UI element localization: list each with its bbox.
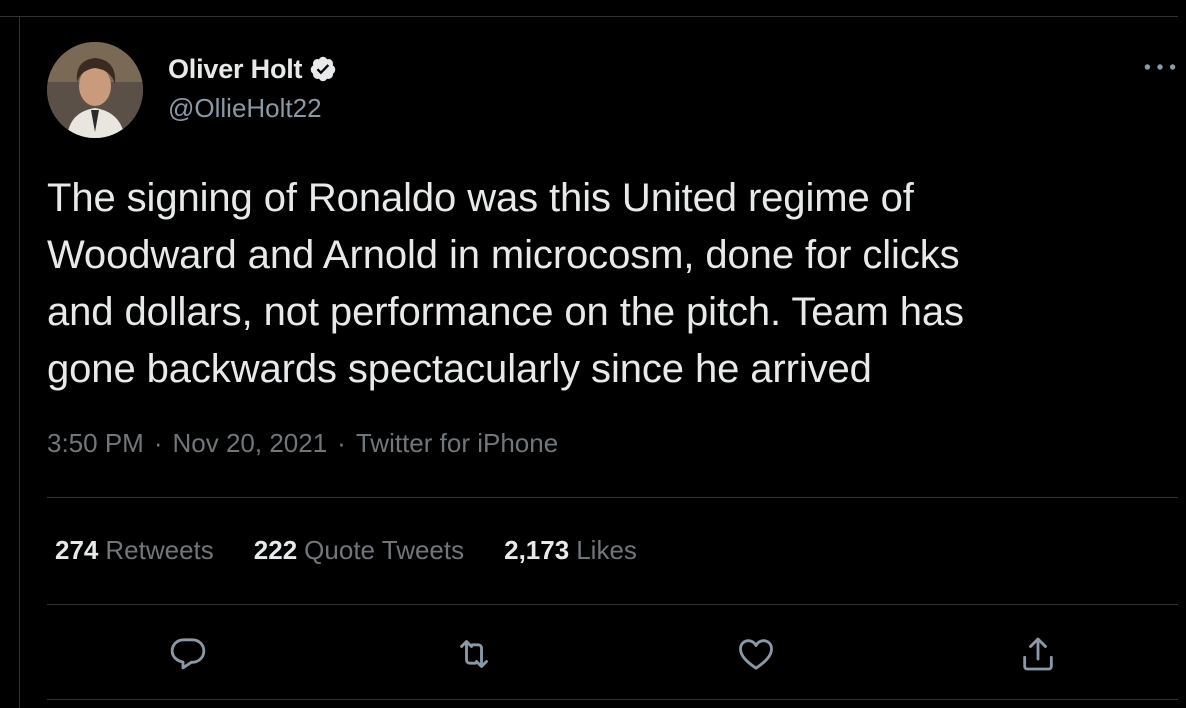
retweet-icon: [460, 640, 488, 668]
separator: ·: [337, 428, 346, 458]
share-button[interactable]: [1012, 628, 1064, 680]
tweet-time[interactable]: 3:50 PM: [47, 428, 144, 459]
tweet-metadata: 3:50 PM · Nov 20, 2021 · Twitter for iPh…: [47, 428, 558, 459]
tweet-text: The signing of Ronaldo was this United r…: [47, 170, 1157, 398]
tweet-date[interactable]: Nov 20, 2021: [173, 428, 328, 459]
tweet-text-line: and dollars, not performance on the pitc…: [47, 290, 964, 334]
tweet-source[interactable]: Twitter for iPhone: [356, 428, 558, 459]
divider: [47, 497, 1178, 498]
more-icon[interactable]: [1140, 54, 1180, 80]
verified-badge-icon: [309, 55, 337, 83]
likes-stat[interactable]: 2,173 Likes: [504, 535, 637, 566]
quote-tweets-label: Quote Tweets: [304, 535, 465, 565]
top-divider: [0, 16, 1178, 17]
tweet-stats: 274 Retweets 222 Quote Tweets 2,173 Likes: [55, 535, 637, 566]
divider: [47, 699, 1178, 700]
reply-icon: [170, 638, 206, 670]
quote-tweets-count: 222: [253, 535, 298, 565]
avatar-photo: [47, 42, 143, 138]
left-border: [19, 16, 20, 708]
divider: [47, 604, 1178, 605]
avatar[interactable]: [47, 42, 143, 138]
like-button[interactable]: [730, 628, 782, 680]
author-handle[interactable]: @OllieHolt22: [168, 93, 322, 124]
author-name-row[interactable]: Oliver Holt: [168, 52, 337, 86]
tweet-text-line: Woodward and Arnold in microcosm, done f…: [47, 233, 960, 277]
quote-tweets-stat[interactable]: 222 Quote Tweets: [254, 535, 464, 566]
retweet-button[interactable]: [448, 628, 500, 680]
author-display-name[interactable]: Oliver Holt: [168, 54, 303, 85]
tweet-text-line: The signing of Ronaldo was this United r…: [47, 176, 914, 220]
reply-button[interactable]: [162, 628, 214, 680]
likes-label: Likes: [576, 535, 637, 565]
separator: ·: [153, 428, 163, 458]
tweet-text-line: gone backwards spectacularly since he ar…: [47, 347, 872, 391]
likes-count: 2,173: [504, 535, 570, 565]
like-icon: [739, 639, 773, 670]
retweets-stat[interactable]: 274 Retweets: [55, 535, 214, 566]
share-icon: [1023, 637, 1053, 671]
retweets-label: Retweets: [105, 535, 214, 565]
tweet-actions: [0, 628, 1186, 680]
retweets-count: 274: [55, 535, 99, 565]
